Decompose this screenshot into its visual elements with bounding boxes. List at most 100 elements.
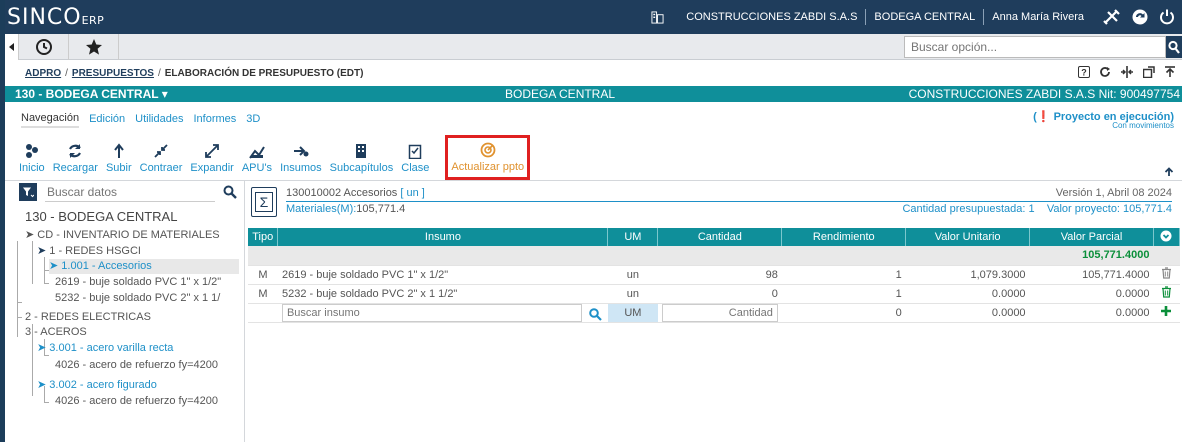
expandir-button[interactable]: Expandir (188, 141, 235, 180)
tree-leaf[interactable]: 5232 - buje soldado PVC 2" x 1 1/ (55, 292, 220, 307)
recargar-button[interactable]: Recargar (51, 141, 100, 180)
project-selector[interactable]: 130 - BODEGA CENTRAL ▾ (15, 87, 168, 101)
tree-node[interactable]: ➤ 3.002 - acero figurado (37, 378, 157, 393)
cell-insumo: 5232 - buje soldado PVC 2" x 1 1/2" (277, 284, 608, 304)
table-row[interactable]: M 5232 - buje soldado PVC 2" x 1 1/2" un… (248, 284, 1180, 304)
item-unit[interactable]: [ un ] (400, 187, 424, 199)
column-menu-button[interactable] (1153, 228, 1181, 246)
cell-cantidad[interactable]: 98 (657, 265, 782, 285)
clase-label: Clase (401, 162, 430, 174)
tree-node[interactable]: ➤ 1 - REDES HSGCI (37, 244, 141, 259)
tab-utilidades[interactable]: Utilidades (135, 113, 183, 127)
cell-rendimiento[interactable]: 1 (781, 265, 906, 285)
tab-informes[interactable]: Informes (193, 113, 236, 127)
recargar-label: Recargar (52, 162, 98, 174)
filter-button[interactable] (19, 183, 37, 201)
tree-node[interactable]: ➤ 3.001 - acero varilla recta (37, 341, 173, 356)
tree-node[interactable]: ➤ CD - INVENTARIO DE MATERIALES (25, 228, 220, 243)
col-rendimiento: Rendimiento (781, 228, 907, 246)
insumos-button[interactable]: Insumos (278, 141, 324, 180)
tree-panel: 130 - BODEGA CENTRAL ➤ CD - INVENTARIO D… (5, 181, 245, 442)
top-bar: SINCOERP CONSTRUCCIONES ZABDI S.A.S BODE… (5, 0, 1182, 34)
qty-budgeted: Cantidad presupuestada: 1 (902, 203, 1035, 215)
apus-button[interactable]: APU's (240, 141, 274, 180)
item-summary: Materiales(M):105,771.4 Cantidad presupu… (286, 203, 1172, 215)
search-option-button[interactable] (1166, 36, 1182, 58)
clock-icon (35, 38, 52, 55)
chevron-down-icon: ➤ (25, 229, 35, 241)
sync-icon[interactable] (1130, 8, 1150, 26)
new-quantity-input[interactable] (661, 303, 778, 322)
actualizar-ppto-button[interactable]: Actualizar ppto (445, 135, 531, 180)
delete-row-button[interactable] (1153, 265, 1180, 285)
search-data-input[interactable] (45, 182, 215, 202)
project-status[interactable]: (❗ Proyecto en ejecución) Con movimiento… (1033, 110, 1174, 130)
col-cantidad: Cantidad (657, 228, 783, 246)
table-row[interactable]: M 2619 - buje soldado PVC 1" x 1/2" un 9… (248, 265, 1180, 285)
supplies-icon (293, 146, 309, 157)
favorites-button[interactable] (69, 33, 119, 60)
summary-button[interactable]: Σ (251, 187, 277, 217)
update-target-icon (480, 142, 496, 158)
cell-cantidad[interactable]: 0 (657, 284, 782, 304)
tab-edicion[interactable]: Edición (89, 113, 125, 127)
breadcrumb-presupuestos[interactable]: PRESUPUESTOS (72, 68, 154, 79)
pin-top-icon[interactable] (1164, 66, 1176, 78)
search-icon[interactable] (589, 307, 602, 321)
collapse-menu-button[interactable] (5, 33, 19, 60)
search-option-input[interactable] (904, 36, 1166, 58)
breadcrumb-adpro[interactable]: ADPRO (25, 68, 61, 79)
power-icon[interactable] (1158, 8, 1176, 26)
tree-node-selected[interactable]: ➤ 1.001 - Accesorios (49, 259, 239, 274)
svg-text:?: ? (1081, 68, 1087, 78)
search-icon (1168, 40, 1180, 54)
delete-row-button[interactable] (1153, 284, 1180, 304)
refresh-icon[interactable] (1099, 66, 1111, 78)
help-icon[interactable]: ? (1078, 66, 1090, 78)
arrow-up-icon (114, 143, 124, 158)
popout-icon[interactable] (1143, 66, 1155, 78)
cell-valor-unitario: 0.0000 (905, 284, 1030, 304)
tab-3d[interactable]: 3D (246, 113, 260, 127)
split-icon[interactable] (1120, 66, 1134, 78)
new-yield-input[interactable]: 0 (781, 303, 906, 323)
search-icon[interactable] (223, 185, 237, 199)
company-icon (651, 10, 664, 24)
new-um-field[interactable]: UM (607, 303, 658, 323)
info-icon: (❗ (1033, 111, 1054, 123)
plus-icon (1161, 306, 1172, 316)
company-name[interactable]: CONSTRUCCIONES ZABDI S.A.S (686, 11, 857, 23)
col-valor-unitario: Valor Unitario (905, 228, 1031, 246)
toolbar: Inicio Recargar Subir Contraer Expandir … (5, 133, 1182, 181)
clase-button[interactable]: Clase (399, 141, 431, 180)
materials-label: Materiales(M): (286, 203, 357, 215)
tree-leaf[interactable]: 2619 - buje soldado PVC 1" x 1/2" (55, 276, 221, 291)
star-icon (85, 38, 102, 55)
collapse-toolbar-icon[interactable] (1164, 167, 1174, 177)
cell-rendimiento[interactable]: 1 (781, 284, 906, 304)
tree-leaf[interactable]: 4026 - acero de refuerzo fy=4200 (55, 395, 218, 410)
tree-leaf[interactable]: 4026 - acero de refuerzo fy=4200 (55, 359, 218, 374)
search-supply-input[interactable] (281, 303, 582, 322)
tab-navegacion[interactable]: Navegación (21, 112, 80, 128)
warehouse-name[interactable]: BODEGA CENTRAL (874, 11, 975, 23)
inicio-button[interactable]: Inicio (17, 141, 47, 180)
tree-node[interactable]: 2 - REDES ELECTRICAS (25, 311, 151, 326)
apu-icon (249, 146, 265, 159)
new-unit-value-input[interactable]: 0.0000 (905, 303, 1030, 323)
sitemap-icon (25, 144, 38, 158)
detail-panel: Σ 130010002 Accesorios [ un ] Versión 1,… (246, 181, 1182, 442)
clipboard-icon (409, 144, 422, 159)
tools-icon[interactable] (1102, 8, 1122, 26)
tree-node[interactable]: 3 - ACEROS (25, 326, 87, 341)
history-button[interactable] (19, 33, 69, 60)
subcapitulos-button[interactable]: Subcapítulos (328, 141, 396, 180)
context-company: CONSTRUCCIONES ZABDI S.A.S Nit: 90049775… (908, 87, 1180, 101)
contraer-button[interactable]: Contraer (138, 141, 185, 180)
user-name[interactable]: Anna María Rivera (992, 11, 1084, 23)
cell-valor-parcial: 0.0000 (1029, 284, 1154, 304)
add-row-button[interactable] (1153, 303, 1180, 323)
building-icon (356, 144, 367, 158)
app-logo[interactable]: SINCOERP (5, 5, 104, 30)
subir-button[interactable]: Subir (104, 141, 134, 180)
